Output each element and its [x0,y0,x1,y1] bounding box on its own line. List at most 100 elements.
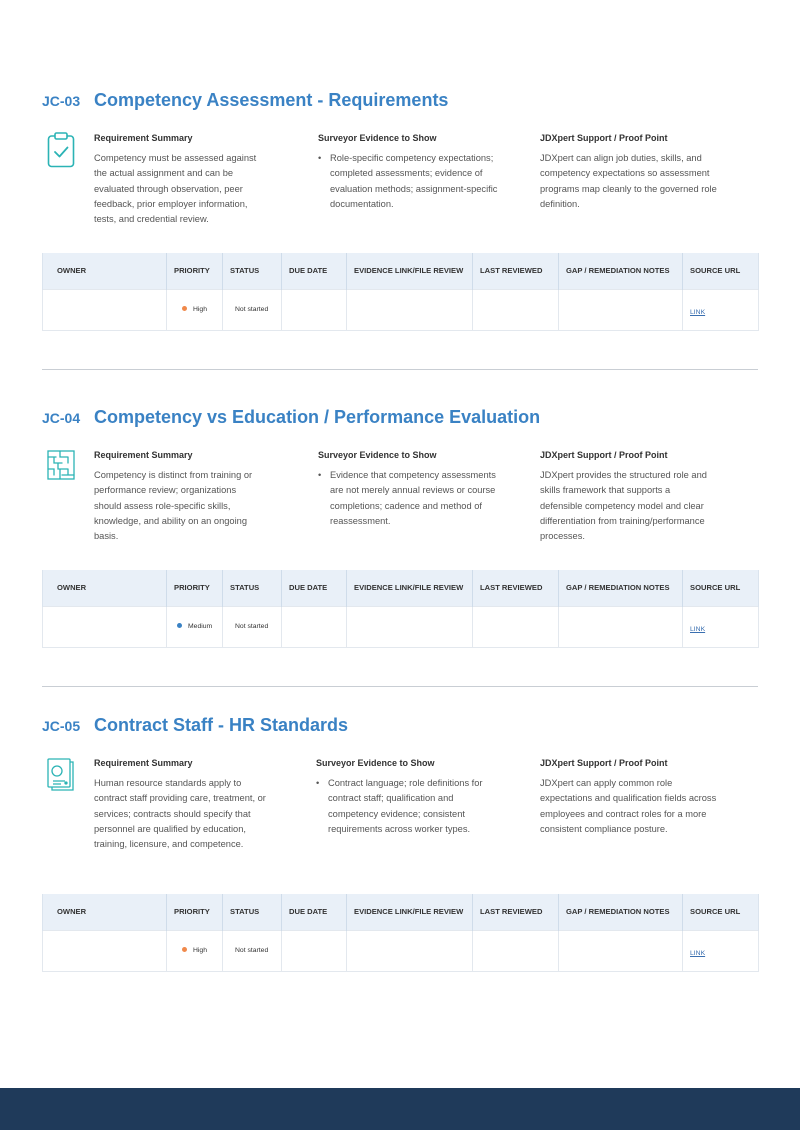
header-evidence: EVIDENCE LINK/FILE REVIEW [346,570,473,606]
support-title: JDXpert Support / Proof Point [540,133,668,143]
tracking-table: OWNER PRIORITY STATUS DUE DATE EVIDENCE … [42,570,759,648]
surveyor-evidence: Surveyor Evidence to Show Contract langu… [316,758,486,837]
source-link[interactable]: LINK [690,950,705,957]
status-cell[interactable]: Not started [222,288,282,331]
status-cell[interactable]: Not started [222,605,282,648]
owner-cell[interactable] [42,288,167,331]
header-source-url: SOURCE URL [682,570,759,606]
section-divider [42,686,758,687]
section-header: JC-05 Contract Staff - HR Standards [42,715,348,739]
priority-cell[interactable]: Medium [166,605,223,648]
owner-cell[interactable] [42,605,167,648]
summary-title: Requirement Summary [94,450,193,460]
section-title: Competency vs Education / Performance Ev… [94,407,541,427]
header-status: STATUS [222,570,282,606]
support-title: JDXpert Support / Proof Point [540,450,668,460]
evidence-item: Role-specific competency expectations; c… [318,151,498,212]
header-gap-notes: GAP / REMEDIATION NOTES [558,253,683,289]
summary-text: Human resource standards apply to contra… [94,778,266,850]
evidence-title: Surveyor Evidence to Show [318,450,437,460]
header-owner: OWNER [42,894,167,930]
header-last-reviewed: LAST REVIEWED [472,894,559,930]
surveyor-evidence: Surveyor Evidence to Show Role-specific … [318,133,498,212]
section-header: JC-04 Competency vs Education / Performa… [42,407,540,431]
section-code: JC-05 [42,718,81,734]
source-url-cell: LINK [682,929,759,972]
section-code: JC-03 [42,93,81,109]
priority-cell[interactable]: High [166,288,223,331]
header-priority: PRIORITY [166,894,223,930]
tracking-table: OWNER PRIORITY STATUS DUE DATE EVIDENCE … [42,894,759,972]
source-link[interactable]: LINK [690,309,705,316]
header-status: STATUS [222,894,282,930]
source-link[interactable]: LINK [690,626,705,633]
requirement-summary: Requirement Summary Competency is distin… [94,450,264,544]
support-text: JDXpert can align job duties, skills, an… [540,153,717,209]
header-status: STATUS [222,253,282,289]
evidence-cell[interactable] [346,605,473,648]
header-due-date: DUE DATE [281,894,347,930]
section-header: JC-03 Competency Assessment - Requiremen… [42,90,448,114]
documents-icon [47,758,74,791]
header-due-date: DUE DATE [281,570,347,606]
gap-notes-cell[interactable] [558,288,683,331]
support-text: JDXpert can apply common role expectatio… [540,778,717,834]
due-date-cell[interactable] [281,288,347,331]
evidence-cell[interactable] [346,929,473,972]
priority-label: High [193,947,207,954]
table-header-row: OWNER PRIORITY STATUS DUE DATE EVIDENCE … [42,253,759,289]
header-priority: PRIORITY [166,570,223,606]
header-owner: OWNER [42,570,167,606]
footer-bar [0,1088,800,1130]
last-reviewed-cell[interactable] [472,929,559,972]
jdxpert-support: JDXpert Support / Proof Point JDXpert ca… [540,758,724,837]
header-due-date: DUE DATE [281,253,347,289]
priority-dot [182,947,187,953]
priority-label: Medium [188,623,213,630]
section-divider [42,369,758,370]
requirement-summary: Requirement Summary Human resource stand… [94,758,274,852]
support-title: JDXpert Support / Proof Point [540,758,668,768]
surveyor-evidence: Surveyor Evidence to Show Evidence that … [318,450,502,529]
header-gap-notes: GAP / REMEDIATION NOTES [558,570,683,606]
jdxpert-support: JDXpert Support / Proof Point JDXpert pr… [540,450,710,544]
header-source-url: SOURCE URL [682,253,759,289]
header-source-url: SOURCE URL [682,894,759,930]
header-priority: PRIORITY [166,253,223,289]
gap-notes-cell[interactable] [558,605,683,648]
evidence-cell[interactable] [346,288,473,331]
priority-label: High [193,306,207,313]
summary-title: Requirement Summary [94,133,193,143]
gap-notes-cell[interactable] [558,929,683,972]
table-row: High Not started LINK [42,288,759,331]
evidence-title: Surveyor Evidence to Show [316,758,435,768]
last-reviewed-cell[interactable] [472,605,559,648]
support-text: JDXpert provides the structured role and… [540,470,707,542]
priority-cell[interactable]: High [166,929,223,972]
owner-cell[interactable] [42,929,167,972]
status-cell[interactable]: Not started [222,929,282,972]
summary-text: Competency is distinct from training or … [94,470,253,542]
header-evidence: EVIDENCE LINK/FILE REVIEW [346,253,473,289]
jdxpert-support: JDXpert Support / Proof Point JDXpert ca… [540,133,722,212]
table-header-row: OWNER PRIORITY STATUS DUE DATE EVIDENCE … [42,570,759,606]
header-gap-notes: GAP / REMEDIATION NOTES [558,894,683,930]
evidence-item: Contract language; role definitions for … [316,776,486,837]
header-evidence: EVIDENCE LINK/FILE REVIEW [346,894,473,930]
source-url-cell: LINK [682,605,759,648]
section-title: Contract Staff - HR Standards [94,715,349,735]
header-last-reviewed: LAST REVIEWED [472,570,559,606]
table-row: Medium Not started LINK [42,605,759,648]
table-header-row: OWNER PRIORITY STATUS DUE DATE EVIDENCE … [42,894,759,930]
evidence-title: Surveyor Evidence to Show [318,133,437,143]
summary-title: Requirement Summary [94,758,193,768]
due-date-cell[interactable] [281,929,347,972]
due-date-cell[interactable] [281,605,347,648]
last-reviewed-cell[interactable] [472,288,559,331]
summary-text: Competency must be assessed against the … [94,153,257,225]
section-code: JC-04 [42,410,81,426]
priority-dot [182,306,187,312]
section-title: Competency Assessment - Requirements [94,90,449,110]
tracking-table: OWNER PRIORITY STATUS DUE DATE EVIDENCE … [42,253,759,331]
requirement-summary: Requirement Summary Competency must be a… [94,133,270,227]
